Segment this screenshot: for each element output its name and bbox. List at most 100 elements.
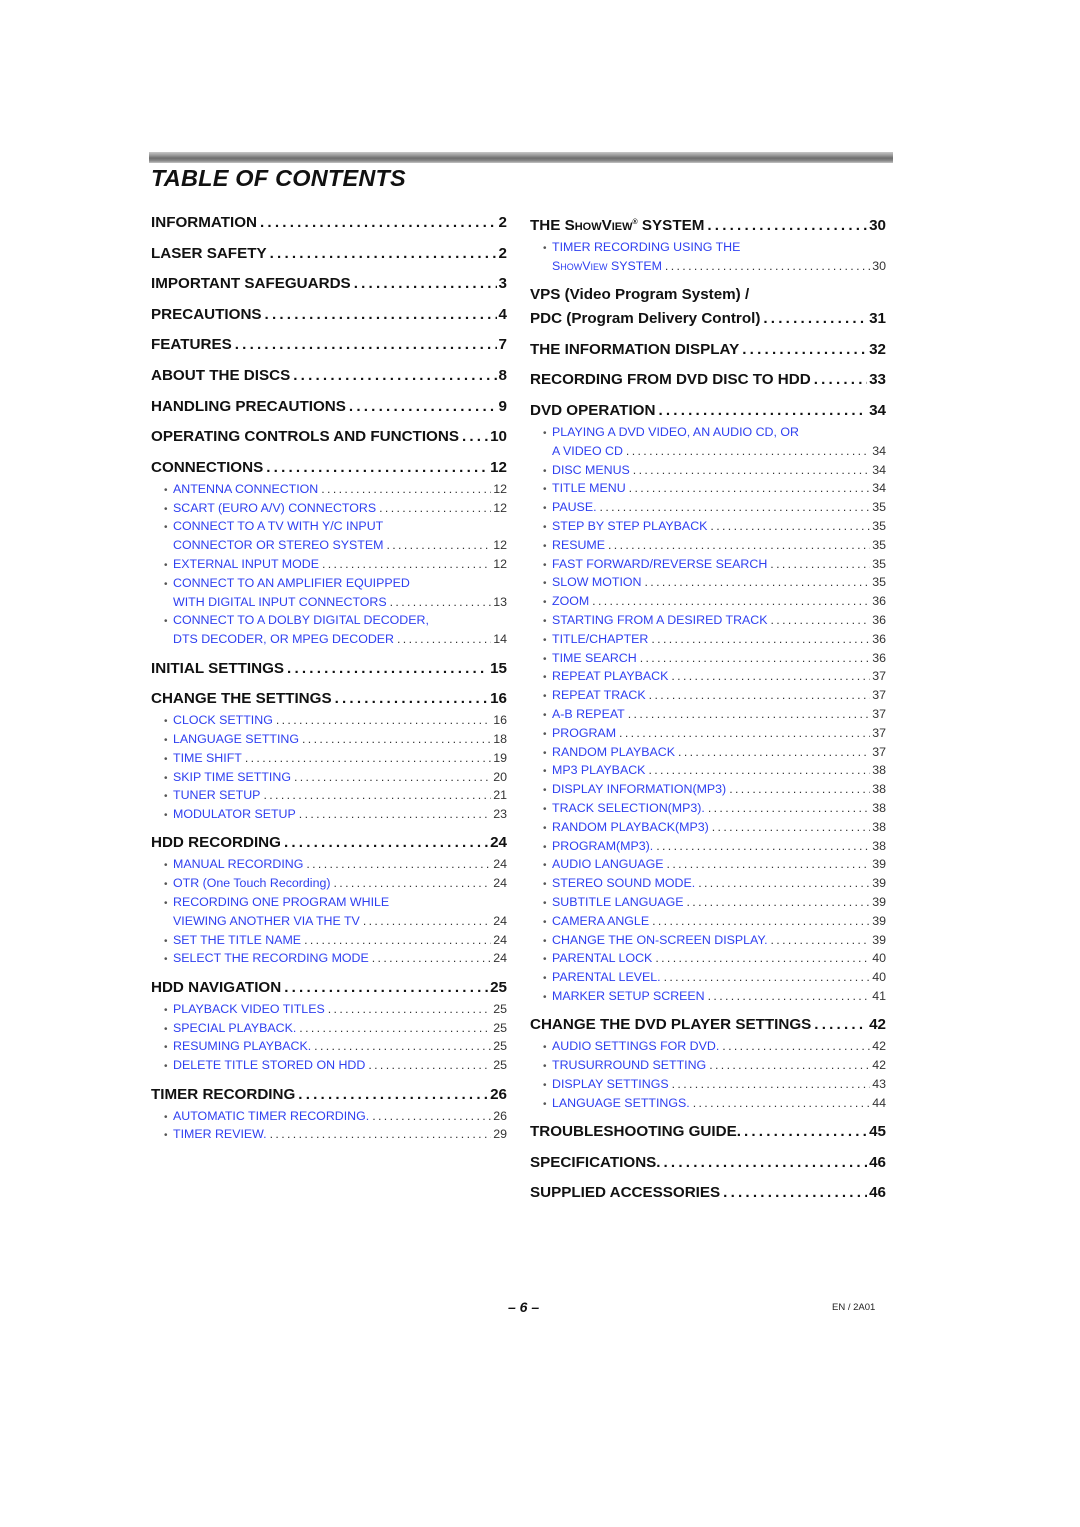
toc-subentry[interactable]: • ANTENNA CONNECTION.....................… bbox=[151, 481, 507, 500]
toc-entry[interactable]: THE ShowView® SYSTEM....................… bbox=[530, 211, 886, 238]
toc-subentry[interactable]: • STEP BY STEP PLAYBACK..................… bbox=[530, 518, 886, 537]
toc-subentry[interactable]: • CONNECT TO A TV WITH Y/C INPUT bbox=[151, 518, 507, 537]
toc-entry[interactable]: DVD OPERATION...........................… bbox=[530, 399, 886, 423]
toc-entry[interactable]: ABOUT THE DISCS.........................… bbox=[151, 364, 507, 388]
toc-subentry[interactable]: • MODULATOR SETUP........................… bbox=[151, 806, 507, 825]
dot-leader: ........................................… bbox=[763, 310, 868, 328]
toc-entry[interactable]: SUPPLIED ACCESSORIES....................… bbox=[530, 1181, 886, 1205]
toc-subentry[interactable]: • DISPLAY INFORMATION(MP3)...............… bbox=[530, 781, 886, 800]
toc-subentry[interactable]: • A-B REPEAT.............................… bbox=[530, 706, 886, 725]
toc-subentry[interactable]: • PLAYBACK VIDEO TITLES..................… bbox=[151, 1001, 507, 1020]
toc-subentry[interactable]: • AUDIO LANGUAGE.........................… bbox=[530, 856, 886, 875]
toc-entry[interactable]: HDD RECORDING...........................… bbox=[151, 831, 507, 855]
toc-subentry[interactable]: • STEREO SOUND MODE......................… bbox=[530, 875, 886, 894]
toc-subentry[interactable]: • OTR (One Touch Recording)..............… bbox=[151, 875, 507, 894]
toc-entry[interactable]: VPS (Video Program System) / PDC (Program… bbox=[530, 283, 886, 331]
toc-subentry[interactable]: • MARKER SETUP SCREEN....................… bbox=[530, 988, 886, 1007]
toc-subentry-continuation[interactable]: •CONNECTOR OR STEREO SYSTEM.............… bbox=[151, 537, 507, 556]
toc-subentry[interactable]: • RECORDING ONE PROGRAM WHILE bbox=[151, 894, 507, 913]
toc-subentry[interactable]: • STARTING FROM A DESIRED TRACK..........… bbox=[530, 612, 886, 631]
toc-subentry[interactable]: • RANDOM PLAYBACK........................… bbox=[530, 744, 886, 763]
toc-entry[interactable]: FEATURES................................… bbox=[151, 333, 507, 357]
toc-subentry[interactable]: • CAMERA ANGLE...........................… bbox=[530, 913, 886, 932]
toc-subentry[interactable]: • SLOW MOTION............................… bbox=[530, 574, 886, 593]
toc-subentry[interactable]: • MP3 PLAYBACK...........................… bbox=[530, 762, 886, 781]
toc-subentry[interactable]: • SKIP TIME SETTING......................… bbox=[151, 769, 507, 788]
toc-subentry[interactable]: • PARENTAL LEVEL.........................… bbox=[530, 969, 886, 988]
toc-entry[interactable]: OPERATING CONTROLS AND FUNCTIONS........… bbox=[151, 425, 507, 449]
toc-subentry[interactable]: • LANGUAGE SETTING.......................… bbox=[151, 731, 507, 750]
toc-subentry-page: 24 bbox=[493, 951, 507, 966]
toc-entry[interactable]: THE INFORMATION DISPLAY.................… bbox=[530, 338, 886, 362]
toc-subentry[interactable]: • EXTERNAL INPUT MODE....................… bbox=[151, 556, 507, 575]
toc-subentry[interactable]: • PROGRAM(MP3)...........................… bbox=[530, 838, 886, 857]
toc-subentry-page: 37 bbox=[872, 688, 886, 703]
dot-leader: ........................................… bbox=[648, 763, 870, 778]
toc-subentry-page: 12 bbox=[493, 481, 507, 496]
dot-leader: ........................................… bbox=[263, 788, 491, 803]
toc-entry[interactable]: SPECIFICATIONS..........................… bbox=[530, 1151, 886, 1175]
toc-subentry[interactable]: • DISPLAY SETTINGS.......................… bbox=[530, 1076, 886, 1095]
toc-subentry-page: 23 bbox=[493, 807, 507, 822]
toc-subentry[interactable]: • SCART (EURO A/V) CONNECTORS............… bbox=[151, 500, 507, 519]
toc-subentry[interactable]: • MANUAL RECORDING.......................… bbox=[151, 856, 507, 875]
toc-subentry[interactable]: • RESUMING PLAYBACK......................… bbox=[151, 1038, 507, 1057]
toc-subentry[interactable]: • PAUSE..................................… bbox=[530, 499, 886, 518]
toc-subentry-continuation[interactable]: •WITH DIGITAL INPUT CONNECTORS..........… bbox=[151, 594, 507, 613]
toc-subentry[interactable]: • PROGRAM................................… bbox=[530, 725, 886, 744]
toc-subentry[interactable]: • CLOCK SETTING..........................… bbox=[151, 712, 507, 731]
toc-subentry[interactable]: • TRACK SELECTION(MP3)...................… bbox=[530, 800, 886, 819]
toc-subentry[interactable]: • CONNECT TO AN AMPLIFIER EQUIPPED bbox=[151, 575, 507, 594]
toc-entry[interactable]: CONNECTIONS.............................… bbox=[151, 456, 507, 480]
toc-subentry[interactable]: • FAST FORWARD/REVERSE SEARCH............… bbox=[530, 556, 886, 575]
toc-entry[interactable]: CHANGE THE DVD PLAYER SETTINGS..........… bbox=[530, 1013, 886, 1037]
toc-subentry[interactable]: • TIME SHIFT.............................… bbox=[151, 750, 507, 769]
toc-subentry[interactable]: • TITLE MENU.............................… bbox=[530, 480, 886, 499]
toc-subentry[interactable]: • REPEAT TRACK...........................… bbox=[530, 687, 886, 706]
toc-subentry[interactable]: • AUDIO SETTINGS FOR DVD.................… bbox=[530, 1038, 886, 1057]
toc-subentry[interactable]: • RESUME.................................… bbox=[530, 537, 886, 556]
dot-leader: ........................................… bbox=[628, 481, 871, 496]
toc-subentry[interactable]: • SELECT THE RECORDING MODE..............… bbox=[151, 950, 507, 969]
toc-entry[interactable]: IMPORTANT SAFEGUARDS....................… bbox=[151, 272, 507, 296]
dot-leader: ........................................… bbox=[353, 275, 497, 293]
toc-subentry-continuation[interactable]: •A VIDEO CD.............................… bbox=[530, 443, 886, 462]
toc-entry[interactable]: INITIAL SETTINGS........................… bbox=[151, 657, 507, 681]
toc-subentry[interactable]: • ZOOM...................................… bbox=[530, 593, 886, 612]
toc-entry[interactable]: HANDLING PRECAUTIONS....................… bbox=[151, 395, 507, 419]
dot-leader: ........................................… bbox=[644, 575, 871, 590]
toc-subentry[interactable]: • TIMER REVIEW...........................… bbox=[151, 1126, 507, 1145]
toc-subentry[interactable]: • TITLE/CHAPTER..........................… bbox=[530, 631, 886, 650]
toc-subentry[interactable]: • RANDOM PLAYBACK(MP3)...................… bbox=[530, 819, 886, 838]
toc-subentry[interactable]: • CONNECT TO A DOLBY DIGITAL DECODER, bbox=[151, 612, 507, 631]
toc-subentry[interactable]: • AUTOMATIC TIMER RECORDING..............… bbox=[151, 1108, 507, 1127]
toc-subentry[interactable]: • SPECIAL PLAYBACK.......................… bbox=[151, 1020, 507, 1039]
toc-subentry[interactable]: • SET THE TITLE NAME.....................… bbox=[151, 932, 507, 951]
toc-entry[interactable]: LASER SAFETY............................… bbox=[151, 242, 507, 266]
toc-entry[interactable]: RECORDING FROM DVD DISC TO HDD..........… bbox=[530, 368, 886, 392]
toc-entry[interactable]: INFORMATION.............................… bbox=[151, 211, 507, 235]
toc-subentry-label: ANTENNA CONNECTION bbox=[173, 481, 319, 496]
toc-entry[interactable]: TIMER RECORDING.........................… bbox=[151, 1083, 507, 1107]
toc-subentry[interactable]: • DISC MENUS.............................… bbox=[530, 462, 886, 481]
toc-subentry[interactable]: • PARENTAL LOCK..........................… bbox=[530, 950, 886, 969]
toc-subentry-continuation[interactable]: •VIEWING ANOTHER VIA THE TV.............… bbox=[151, 913, 507, 932]
toc-subentry[interactable]: • TRUSURROUND SETTING....................… bbox=[530, 1057, 886, 1076]
toc-subentry[interactable]: • LANGUAGE SETTINGS......................… bbox=[530, 1095, 886, 1114]
toc-subentry[interactable]: • PLAYING A DVD VIDEO, AN AUDIO CD, OR bbox=[530, 424, 886, 443]
toc-subentry-page: 35 bbox=[872, 556, 886, 571]
toc-subentry[interactable]: • SUBTITLE LANGUAGE......................… bbox=[530, 894, 886, 913]
toc-entry[interactable]: TROUBLESHOOTING GUIDE...................… bbox=[530, 1120, 886, 1144]
toc-subentry[interactable]: • CHANGE THE ON-SCREEN DISPLAY...........… bbox=[530, 932, 886, 951]
toc-subentry[interactable]: • TIME SEARCH............................… bbox=[530, 650, 886, 669]
toc-subentry[interactable]: • DELETE TITLE STORED ON HDD.............… bbox=[151, 1057, 507, 1076]
toc-entry[interactable]: HDD NAVIGATION..........................… bbox=[151, 976, 507, 1000]
toc-entry[interactable]: CHANGE THE SETTINGS.....................… bbox=[151, 687, 507, 711]
toc-entry-label: THE INFORMATION DISPLAY bbox=[530, 340, 740, 358]
toc-entry[interactable]: PRECAUTIONS.............................… bbox=[151, 303, 507, 327]
toc-subentry-continuation[interactable]: •ShowView SYSTEM........................… bbox=[530, 258, 886, 277]
toc-subentry[interactable]: • TUNER SETUP............................… bbox=[151, 787, 507, 806]
toc-subentry[interactable]: • TIMER RECORDING USING THE bbox=[530, 239, 886, 258]
toc-subentry-continuation[interactable]: •DTS DECODER, OR MPEG DECODER...........… bbox=[151, 631, 507, 650]
toc-subentry[interactable]: • REPEAT PLAYBACK........................… bbox=[530, 668, 886, 687]
